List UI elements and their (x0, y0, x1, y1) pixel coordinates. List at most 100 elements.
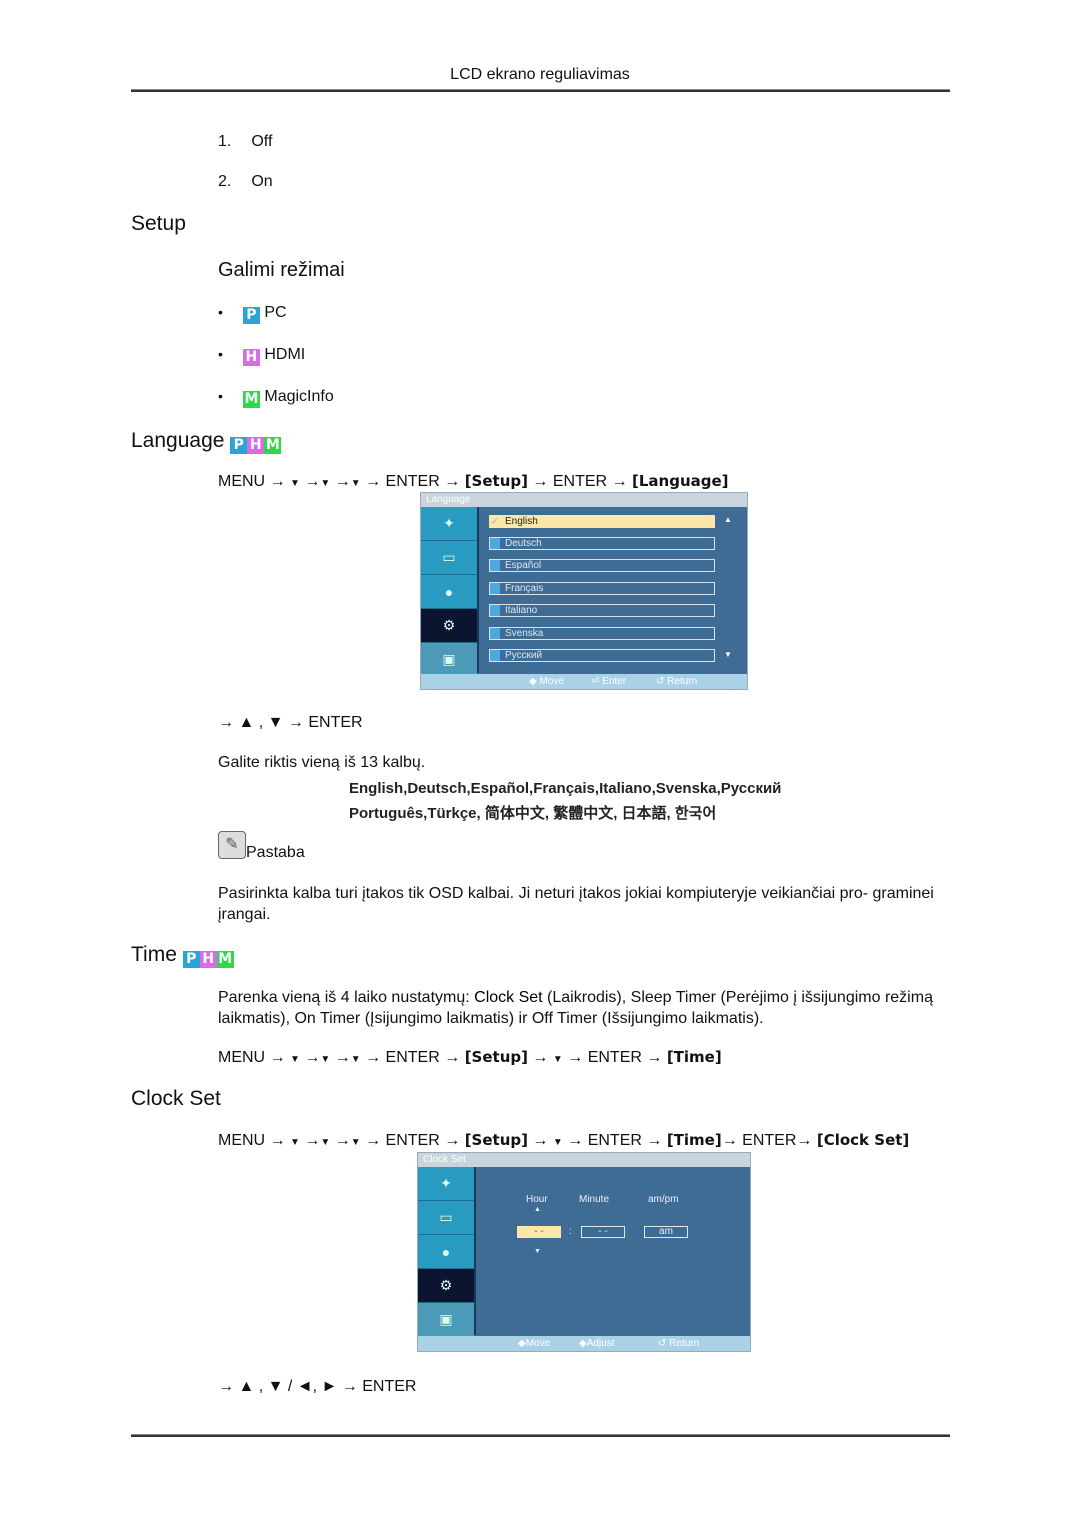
arrow: → (269, 473, 286, 490)
language-option-italiano[interactable]: Italiano (489, 604, 715, 617)
check-icon: ✓ (491, 516, 499, 526)
hdmi-mode-icon: H (247, 437, 265, 454)
language-option-deutsch[interactable]: Deutsch (489, 537, 715, 550)
note-icon: ✎ (218, 831, 246, 859)
arrow: → (444, 1049, 461, 1066)
path-time: [Time] (666, 1048, 722, 1066)
note-text: Pasirinkta kalba turi įtakos tik OSD kal… (218, 885, 934, 923)
down-arrow-icon: ▼ (290, 478, 300, 489)
marker (490, 583, 500, 594)
adjust-label: Adjust (586, 1338, 615, 1349)
marker (490, 650, 500, 661)
return-hint: ↺ Return (656, 676, 698, 687)
down-arrow-icon: ▼ (350, 478, 361, 489)
list-label: Off (251, 133, 273, 150)
down-arrow-icon: ▼ (320, 478, 331, 489)
ampm-field[interactable]: am (644, 1226, 688, 1238)
option-label: English (505, 516, 538, 527)
mode-label: MagicInfo (264, 388, 334, 405)
sleep-timer-term: Sleep Timer (630, 989, 717, 1006)
sound-icon: ▭ (418, 1201, 474, 1235)
path-enter: ENTER (552, 473, 608, 490)
hour-field[interactable]: - - (517, 1226, 561, 1238)
arrow: → (334, 1132, 351, 1149)
down-arrow-icon: ▼ (350, 1137, 361, 1148)
down-arrow-icon: ▼ (290, 1137, 300, 1148)
language-option-svenska[interactable]: Svenska (489, 627, 715, 640)
marker (490, 605, 500, 616)
arrow: → (796, 1132, 813, 1149)
enter-label: Enter (602, 676, 627, 687)
minute-field[interactable]: - - (581, 1226, 625, 1238)
path-setup: [Setup] (464, 472, 528, 490)
mode-item-hdmi: • H HDMI (218, 346, 305, 366)
down-arrow-icon: ▼ (320, 1054, 331, 1065)
marker (490, 628, 500, 639)
language-option-francais[interactable]: Français (489, 582, 715, 595)
mode-item-magicinfo: • M MagicInfo (218, 388, 334, 408)
down-arrow-icon: ▼ (350, 1054, 361, 1065)
clock-set-nav-instructions: → ▲ , ▼ / ◄, ► → ENTER (218, 1378, 417, 1395)
language-list-line-2: Português,Türkçe, 简体中文, 繁體中文, 日本語, 한국어 (349, 805, 717, 822)
menu-path-clock-set: MENU → ▼ →▼ →▼ → ENTER → [Setup] → ▼ → E… (218, 1131, 909, 1150)
time-title-text: Time (131, 943, 177, 966)
option-label: Русский (505, 650, 543, 661)
osd-title: Clock Set (418, 1153, 750, 1167)
marker (490, 560, 500, 571)
osd-sidebar: ✦ ▭ ● ⚙ ▣ (421, 507, 479, 677)
path-enter: ENTER (385, 473, 440, 490)
language-option-espanol[interactable]: Español (489, 559, 715, 572)
text: (Įsijungimo laikmatis) ir (360, 1010, 532, 1027)
language-description: Galite riktis vieną iš 13 kalbų. (218, 754, 426, 771)
arrow: → (334, 473, 351, 490)
pc-mode-icon: P (182, 951, 200, 968)
magicinfo-mode-icon: M (242, 391, 260, 408)
hour-label: Hour (526, 1194, 548, 1205)
sound-icon: ▭ (421, 541, 477, 575)
list-number: 2. (218, 173, 232, 190)
setup-gear-icon: ⚙ (418, 1269, 474, 1303)
arrow: → (365, 1132, 382, 1149)
scroll-up-icon[interactable]: ▲ (724, 515, 732, 524)
path-enter: ENTER (385, 1049, 440, 1066)
input-icon: ▣ (418, 1303, 474, 1337)
arrow: → (304, 1132, 321, 1149)
list-item-on: 2. On (218, 173, 273, 191)
text: (Laikrodis), (542, 989, 631, 1006)
ampm-label: am/pm (648, 1194, 679, 1205)
path-enter: ENTER (742, 1132, 797, 1149)
arrow: → (365, 1049, 382, 1066)
text: Parenka vieną iš 4 laiko nustatymų: (218, 989, 475, 1006)
header-rule (131, 89, 950, 92)
option-label: Français (505, 583, 544, 594)
language-nav-instructions: → ▲ , ▼ → ENTER (218, 714, 363, 731)
osd-footer: ◆Move ◆Adjust ↺ Return (418, 1336, 750, 1351)
option-label: Español (505, 560, 542, 571)
arrow: → (269, 1132, 286, 1149)
arrow: → (334, 1049, 351, 1066)
scroll-down-icon[interactable]: ▼ (724, 650, 732, 659)
footer-rule (131, 1434, 950, 1437)
mode-label: HDMI (264, 346, 306, 363)
language-option-russian[interactable]: Русский (489, 649, 715, 662)
section-title-language: Language PHM (131, 429, 282, 454)
move-label: Move (525, 1338, 551, 1349)
bullet: • (218, 304, 223, 320)
list-number: 1. (218, 133, 232, 150)
option-label: Svenska (505, 628, 544, 639)
bullet: • (218, 346, 223, 362)
marker (490, 538, 500, 549)
section-title-time: Time PHM (131, 943, 234, 968)
path-menu: MENU (218, 473, 266, 490)
pc-mode-icon: P (230, 437, 248, 454)
hour-up-icon[interactable]: ▲ (534, 1206, 541, 1213)
osd-title: Language (421, 493, 747, 507)
arrow: → (646, 1049, 663, 1066)
adjust-hint: ◆Adjust (579, 1338, 615, 1349)
hour-down-icon[interactable]: ▼ (534, 1248, 541, 1255)
list-item-off: 1. Off (218, 133, 272, 151)
language-option-english[interactable]: ✓ English (489, 515, 715, 528)
mode-item-pc: • P PC (218, 304, 287, 324)
arrow: → (611, 473, 628, 490)
return-label: Return (669, 1338, 700, 1349)
